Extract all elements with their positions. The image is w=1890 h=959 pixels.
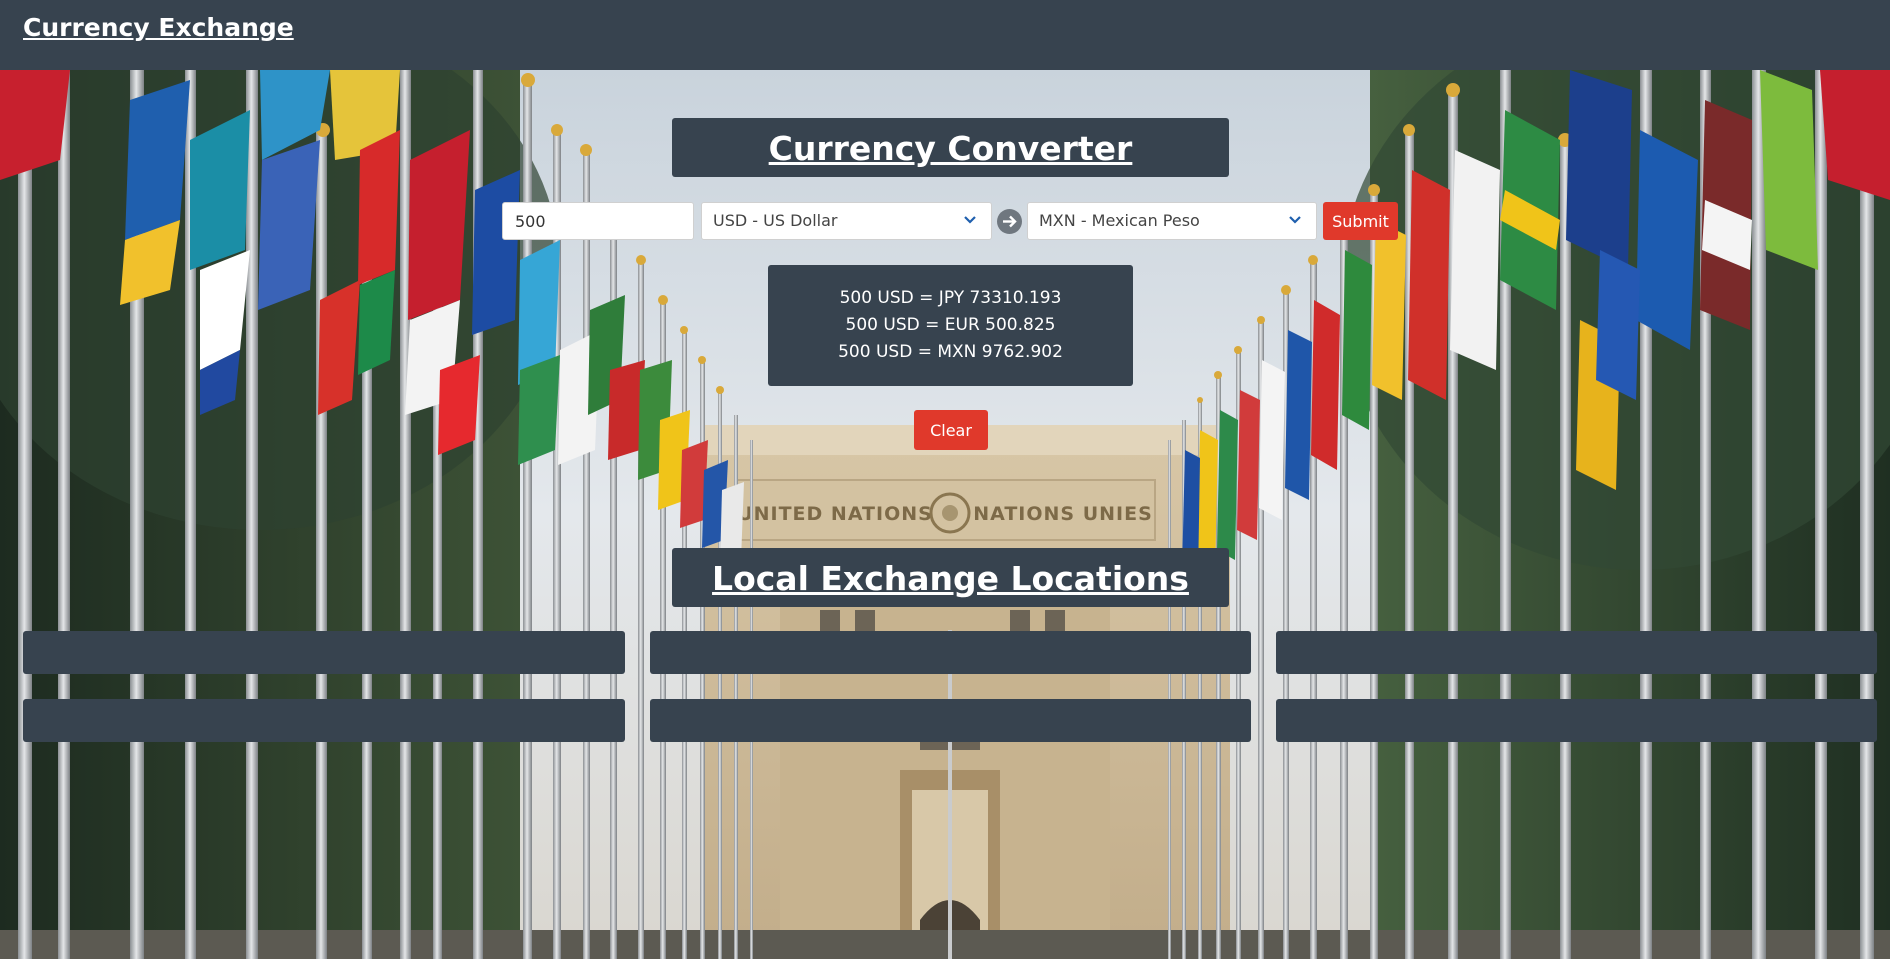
location-card[interactable] [23, 631, 625, 674]
result-line-eur: 500 USD = EUR 500.825 [845, 315, 1056, 335]
location-card[interactable] [1276, 631, 1877, 674]
to-currency-value: MXN - Mexican Peso [1039, 211, 1200, 230]
location-card[interactable] [650, 699, 1251, 742]
result-line-mxn: 500 USD = MXN 9762.902 [838, 342, 1063, 362]
amount-input[interactable] [502, 202, 694, 240]
result-line-jpy: 500 USD = JPY 73310.193 [839, 288, 1062, 308]
from-currency-value: USD - US Dollar [713, 211, 838, 230]
clear-button[interactable]: Clear [914, 410, 988, 450]
sign-left-text: UNITED NATIONS [737, 503, 933, 525]
page: UNITED NATIONS NATIONS UNIES Currency Ex… [0, 0, 1890, 959]
converter-title: Currency Converter [672, 118, 1229, 177]
chevron-down-icon [964, 216, 976, 224]
location-card[interactable] [23, 699, 625, 742]
top-navbar: Currency Exchange [0, 0, 1890, 70]
location-card[interactable] [650, 631, 1251, 674]
sign-right-text: NATIONS UNIES [973, 503, 1153, 525]
location-card[interactable] [1276, 699, 1877, 742]
locations-title: Local Exchange Locations [672, 548, 1229, 607]
arrow-right-icon[interactable] [997, 209, 1022, 234]
brand-link[interactable]: Currency Exchange [23, 13, 294, 42]
to-currency-select[interactable]: MXN - Mexican Peso [1027, 202, 1317, 240]
from-currency-select[interactable]: USD - US Dollar [701, 202, 992, 240]
chevron-down-icon [1289, 216, 1301, 224]
conversion-results: 500 USD = JPY 73310.193 500 USD = EUR 50… [768, 265, 1133, 386]
submit-button[interactable]: Submit [1323, 202, 1398, 240]
